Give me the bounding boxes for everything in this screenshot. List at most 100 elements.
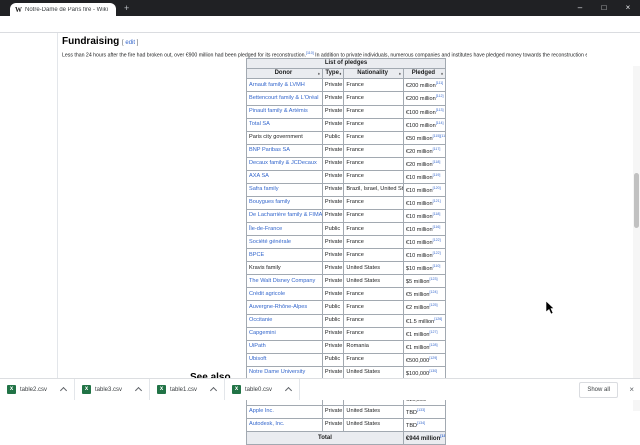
donor-cell: Bettencourt family & L'Oréal xyxy=(246,91,323,106)
donor-link[interactable]: UiPath xyxy=(249,343,266,349)
chevron-up-icon[interactable] xyxy=(209,386,218,395)
donor-text: Kravis family xyxy=(249,264,281,271)
donor-link[interactable]: The Walt Disney Company xyxy=(249,278,315,284)
donor-link[interactable]: De Lacharrière family & FIMALAC xyxy=(249,212,321,218)
citation-ref[interactable]: [119] xyxy=(433,173,441,177)
citation-ref[interactable]: [123] xyxy=(430,277,438,281)
citation-ref[interactable]: [128] xyxy=(430,343,438,347)
table-row: Kravis family Private United States $10 mil… xyxy=(246,261,447,276)
pledged-cell: €1.5 million[126] xyxy=(402,313,447,328)
scrollbar-thumb[interactable] xyxy=(634,173,639,228)
table-row: Arnault family & LVMH Private France €200 m… xyxy=(246,78,447,93)
donor-cell: BPCE xyxy=(246,248,323,263)
donor-link[interactable]: Capgemini xyxy=(249,330,276,336)
citation-ref[interactable]: [127] xyxy=(430,330,438,334)
donor-link[interactable]: Safra family xyxy=(249,186,279,192)
citation-ref[interactable]: [134] xyxy=(417,421,425,425)
citation-ref[interactable]: [111] xyxy=(436,81,443,85)
citation-ref[interactable]: [115][116] xyxy=(433,134,445,138)
citation-ref[interactable]: [124] xyxy=(430,290,438,294)
donor-link[interactable]: Crédit agricole xyxy=(249,291,285,297)
donor-link[interactable]: Apple Inc. xyxy=(249,408,274,414)
citation-ref[interactable]: [117] xyxy=(433,147,441,151)
citation-ref[interactable]: [133] xyxy=(417,408,425,412)
citation-ref[interactable]: [110] xyxy=(306,51,314,55)
type-cell: Private xyxy=(321,117,345,132)
pledged-cell: $5 million[123] xyxy=(402,274,447,289)
type-cell: Public xyxy=(321,313,345,328)
sort-icon[interactable]: ♦ xyxy=(399,70,401,77)
donor-link[interactable]: Notre Dame University xyxy=(249,369,305,375)
downloads-close-icon[interactable]: × xyxy=(629,383,634,396)
browser-tab[interactable]: W Notre-Dame de Paris fire - Wiki xyxy=(10,3,116,16)
new-tab-button[interactable]: + xyxy=(124,1,129,15)
type-cell: Private xyxy=(321,182,345,197)
type-cell: Private xyxy=(321,91,345,106)
pledged-cell: €50 million[115][116] xyxy=(402,130,447,145)
donor-link[interactable]: Société générale xyxy=(249,239,291,245)
citation-ref[interactable]: [118] xyxy=(433,212,441,216)
close-button[interactable]: × xyxy=(616,0,640,16)
chevron-up-icon[interactable] xyxy=(134,386,143,395)
donor-link[interactable]: Autodesk, Inc. xyxy=(249,421,284,427)
citation-ref[interactable]: [110] xyxy=(433,264,441,268)
citation-ref[interactable]: [129] xyxy=(429,356,437,360)
column-header-pledged[interactable]: Pledged ♦ xyxy=(402,68,447,80)
pledged-cell: TBD[134] xyxy=(402,418,447,433)
sort-icon[interactable]: ♦ xyxy=(318,70,320,77)
donor-link[interactable]: Île-de-France xyxy=(249,226,282,232)
donor-link[interactable]: Auvergne-Rhône-Alpes xyxy=(249,304,307,310)
donor-link[interactable]: Bettencourt family & L'Oréal xyxy=(249,95,318,101)
donor-link[interactable]: Pinault family & Artémis xyxy=(249,108,308,114)
pledged-cell: €500,000[129] xyxy=(402,352,447,367)
table-row: Apple Inc. Private United States TBD[133] xyxy=(246,404,447,420)
donor-link[interactable]: Total SA xyxy=(249,121,270,127)
download-item[interactable]: x table1.csv xyxy=(150,379,225,400)
donor-link[interactable]: Ubisoft xyxy=(249,356,266,362)
column-header-type[interactable]: Type ♦ xyxy=(321,68,345,80)
wikipedia-page: Fundraising [ edit ] Less than 24 hours … xyxy=(0,33,640,445)
chevron-up-icon[interactable] xyxy=(284,386,293,395)
download-item[interactable]: x table2.csv xyxy=(0,379,75,400)
citation-ref[interactable]: [122] xyxy=(433,238,441,242)
column-header-donor[interactable]: Donor ♦ xyxy=(246,68,323,80)
citation-ref[interactable]: [120] xyxy=(433,186,441,190)
donor-link[interactable]: BNP Paribas SA xyxy=(249,147,290,153)
nationality-cell: France xyxy=(343,222,404,237)
sort-icon[interactable]: ♦ xyxy=(441,70,443,77)
citation-ref[interactable]: [113] xyxy=(436,108,444,112)
citation-ref[interactable]: [135] xyxy=(440,434,444,438)
show-all-button[interactable]: Show all xyxy=(579,382,618,398)
donor-link[interactable]: Arnault family & LVMH xyxy=(249,82,305,88)
pledged-cell: $10 million[110] xyxy=(402,261,447,276)
minimize-button[interactable]: – xyxy=(568,0,592,16)
maximize-button[interactable]: □ xyxy=(592,0,616,16)
sort-icon[interactable]: ♦ xyxy=(339,70,341,77)
donor-link[interactable]: Decaux family & JCDecaux xyxy=(249,160,317,166)
citation-ref[interactable]: [118] xyxy=(433,160,441,164)
donor-link[interactable]: AXA SA xyxy=(249,173,269,179)
type-cell: Private xyxy=(321,339,345,354)
donor-link[interactable]: Occitanie xyxy=(249,317,272,323)
nationality-cell: Brazil, Israel, United States xyxy=(343,182,404,197)
pledged-cell: €100 million[113] xyxy=(402,104,447,119)
table-row: The Walt Disney Company Private United Sta… xyxy=(246,274,447,289)
donor-link[interactable]: BPCE xyxy=(249,252,264,258)
citation-ref[interactable]: [125] xyxy=(430,303,438,307)
citation-ref[interactable]: [116] xyxy=(433,225,441,229)
donor-link[interactable]: Bouygues family xyxy=(249,199,290,205)
chevron-up-icon[interactable] xyxy=(59,386,68,395)
table-row: UiPath Private Romania €1 million[128] xyxy=(246,339,447,354)
citation-ref[interactable]: [121] xyxy=(433,199,441,203)
download-item[interactable]: x table3.csv xyxy=(75,379,150,400)
edit-link[interactable]: [ edit ] xyxy=(122,40,138,46)
citation-ref[interactable]: [122] xyxy=(433,251,441,255)
column-header-nationality[interactable]: Nationality ♦ xyxy=(343,68,404,80)
type-cell: Private xyxy=(321,287,345,302)
download-item[interactable]: x table0.csv xyxy=(225,379,300,400)
citation-ref[interactable]: [114] xyxy=(436,121,444,125)
citation-ref[interactable]: [130] xyxy=(429,369,437,373)
citation-ref[interactable]: [126] xyxy=(434,317,442,321)
citation-ref[interactable]: [112] xyxy=(436,94,444,98)
vertical-scrollbar[interactable] xyxy=(633,66,640,411)
